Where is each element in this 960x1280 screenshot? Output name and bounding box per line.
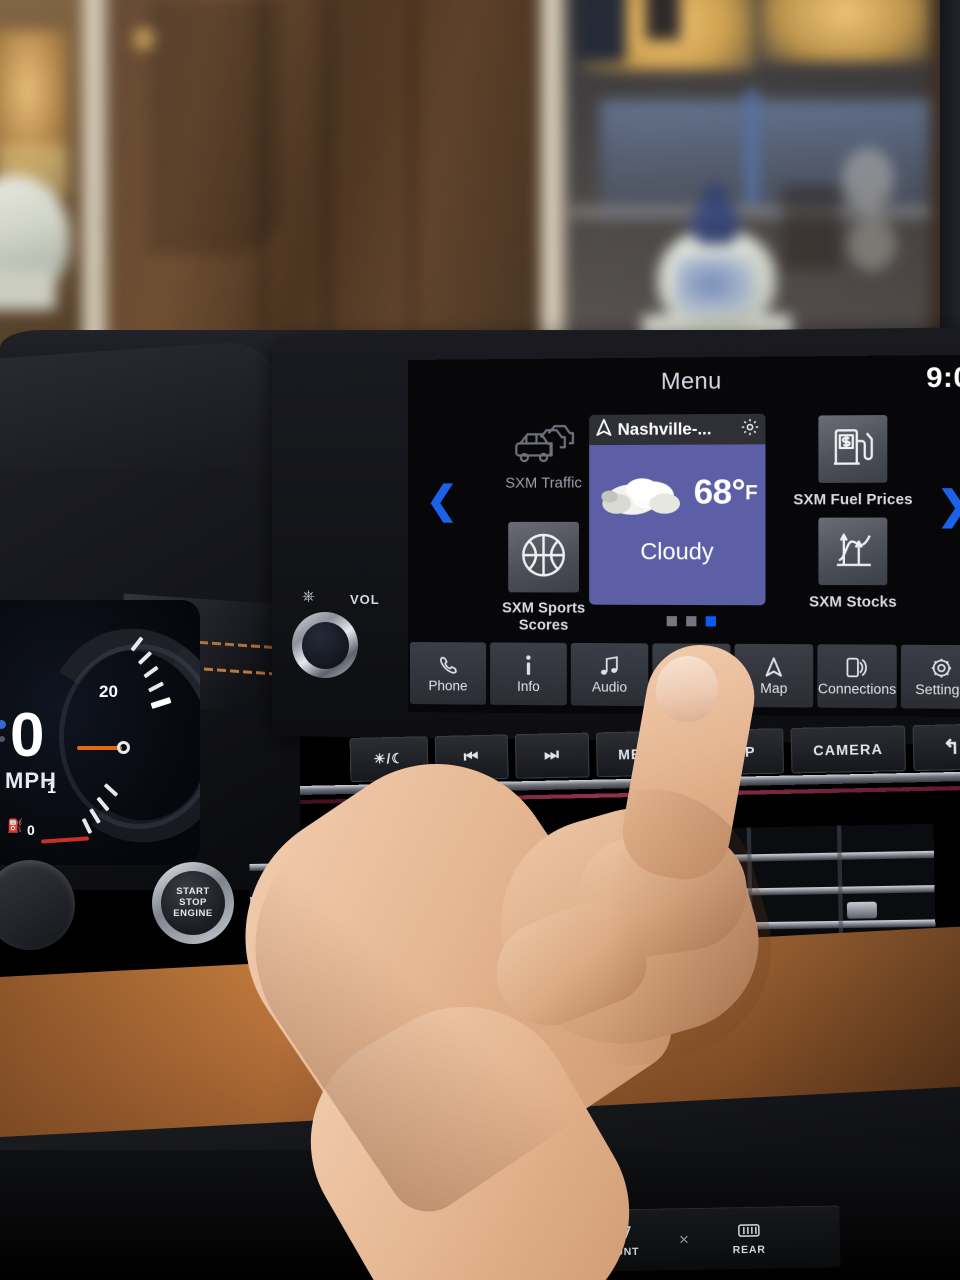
chevron-left-icon[interactable]: ❮ xyxy=(426,480,458,522)
nav-button-settings[interactable]: Settings xyxy=(900,644,960,710)
car-interior-scene: › 20 1 0 MPH ⛽ 0 Menu 9:00 ❮ ❯ xyxy=(0,0,960,1280)
weather-widget[interactable]: Nashville-... 68°F Cloudy xyxy=(589,413,766,606)
stock-chart-icon xyxy=(831,527,875,575)
speedometer-needle xyxy=(77,746,122,750)
tile-icon-box xyxy=(508,521,579,593)
nav-label: Settings xyxy=(915,681,960,698)
speed-value: 0 xyxy=(10,701,45,770)
hard-button-back[interactable]: ↰ xyxy=(912,723,960,772)
speedometer-tick-label: 20 xyxy=(99,682,118,701)
gear-icon xyxy=(930,656,952,679)
hand-pointing xyxy=(185,612,825,1280)
instrument-cluster: › 20 1 0 MPH ⛽ 0 xyxy=(0,600,200,865)
vent-direction-knob[interactable] xyxy=(846,901,878,919)
page-title: Menu xyxy=(660,367,722,395)
cluster-indicator-dot xyxy=(0,720,6,729)
tile-label: SXM Stocks xyxy=(809,594,897,611)
weather-widget-header: Nashville-... xyxy=(589,413,766,446)
phone-signal-icon xyxy=(845,656,868,679)
cluster-indicator-dot xyxy=(0,736,5,742)
fuel-gauge-bar xyxy=(40,836,90,844)
gear-icon[interactable] xyxy=(741,417,760,441)
weather-location: Nashville-... xyxy=(617,419,712,439)
weather-temperature: 68°F xyxy=(693,472,758,512)
tile-icon-box xyxy=(818,517,888,586)
nav-button-connections[interactable]: Connections xyxy=(817,644,897,709)
tile-icon-box xyxy=(818,415,888,483)
speedometer-ticks xyxy=(73,636,193,836)
back-arrow-icon: ↰ xyxy=(942,736,960,759)
weather-condition: Cloudy xyxy=(640,538,714,565)
basketball-icon xyxy=(520,531,567,582)
speed-unit: MPH xyxy=(5,768,57,793)
power-icon: ⎈ xyxy=(302,588,315,605)
tile-sxm-fuel-prices[interactable]: SXM Fuel Prices xyxy=(765,415,940,510)
tile-sxm-stocks[interactable]: SXM Stocks xyxy=(765,517,940,611)
nav-label: Connections xyxy=(817,681,897,698)
cloud-icon xyxy=(601,473,685,520)
volume-label: VOL xyxy=(350,592,380,607)
fuel-gauge-label: 0 xyxy=(27,822,35,838)
fuel-pump-icon: ⛽ xyxy=(7,818,24,833)
weather-widget-body: 68°F Cloudy xyxy=(589,444,765,605)
fuel-pump-dollar-icon xyxy=(831,425,875,473)
tile-label: SXM Fuel Prices xyxy=(793,491,913,509)
clock: 9:00 xyxy=(926,360,960,394)
navigation-arrow-icon xyxy=(595,418,612,442)
